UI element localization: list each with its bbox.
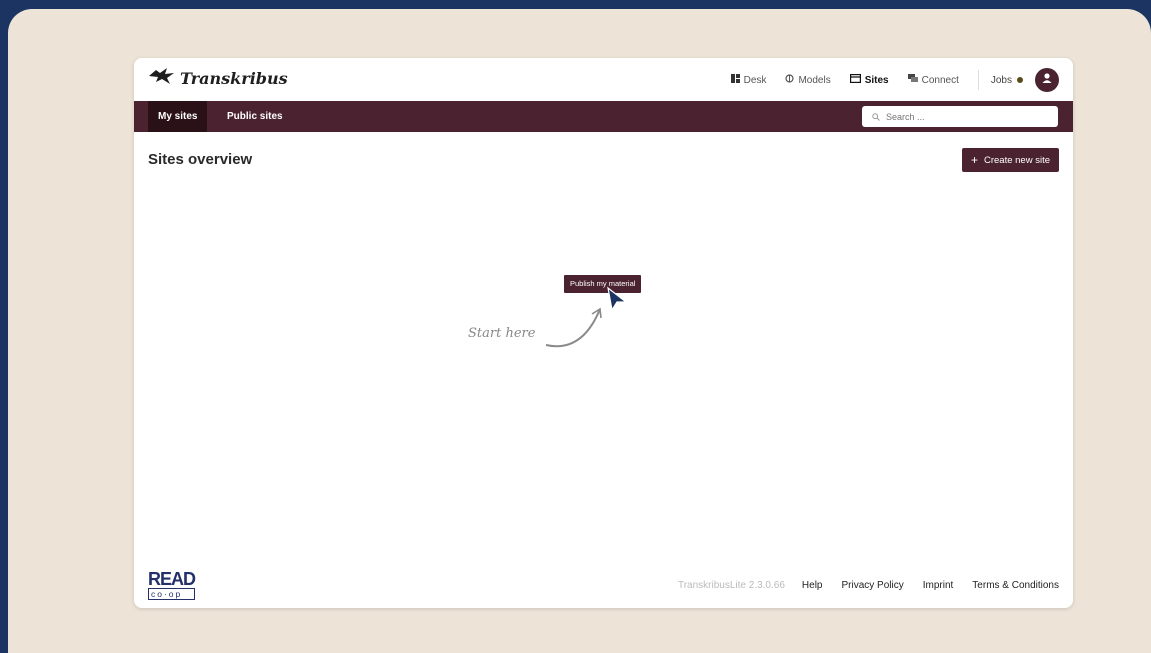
sub-nav: My sites Public sites	[134, 101, 1073, 132]
start-here-hint: Start here	[468, 326, 536, 341]
models-icon	[785, 74, 795, 86]
nav-sites[interactable]: Sites	[849, 74, 889, 86]
logo-text: Transkribus	[180, 69, 288, 88]
nav-desk[interactable]: Desk	[730, 74, 767, 86]
nav-sites-label: Sites	[864, 74, 889, 86]
mouse-cursor-icon	[606, 286, 628, 319]
nav-connect-label: Connect	[921, 74, 959, 86]
user-icon	[1041, 71, 1053, 89]
read-logo-text: READ	[148, 569, 196, 589]
tab-public-sites[interactable]: Public sites	[217, 101, 293, 132]
jobs-label: Jobs	[990, 74, 1012, 86]
create-new-site-label: Create new site	[983, 154, 1050, 166]
footer: TranskribusLite 2.3.0.66 Help Privacy Po…	[678, 580, 1059, 591]
jobs-status-dot	[1017, 77, 1023, 83]
page-title: Sites overview	[148, 151, 253, 168]
tab-my-sites[interactable]: My sites	[148, 101, 208, 132]
nav-desk-label: Desk	[743, 74, 767, 86]
publish-material-button[interactable]: Publish my material	[564, 275, 642, 293]
desk-icon	[730, 74, 740, 86]
main-nav: Desk Models Sites Connect Jobs	[730, 68, 1059, 92]
connect-icon	[907, 74, 918, 86]
search-box[interactable]	[862, 106, 1058, 127]
app-window: Transkribus Desk Models Sites Connect Jo…	[134, 58, 1073, 608]
read-logo-subtext: co·op	[148, 588, 196, 600]
footer-link-privacy[interactable]: Privacy Policy	[841, 580, 903, 591]
search-icon	[872, 112, 880, 121]
transkribus-logo[interactable]: Transkribus	[148, 67, 288, 90]
read-coop-logo[interactable]: READ co·op	[148, 569, 196, 600]
nav-connect[interactable]: Connect	[907, 74, 959, 86]
jobs-indicator[interactable]: Jobs	[991, 75, 1023, 86]
bird-logo-icon	[148, 67, 176, 90]
nav-models[interactable]: Models	[785, 74, 831, 86]
nav-models-label: Models	[798, 74, 831, 86]
version-label: TranskribusLite 2.3.0.66	[677, 580, 785, 591]
footer-link-help[interactable]: Help	[802, 580, 823, 591]
sites-icon	[849, 74, 861, 86]
plus-icon: +	[970, 153, 978, 167]
nav-divider	[977, 70, 979, 90]
create-new-site-button[interactable]: + Create new site	[961, 148, 1059, 172]
user-avatar[interactable]	[1035, 68, 1059, 92]
footer-link-imprint[interactable]: Imprint	[923, 580, 954, 591]
top-bar: Transkribus Desk Models Sites Connect Jo…	[134, 58, 1073, 101]
hint-arrow-icon	[542, 305, 606, 356]
search-input[interactable]	[886, 111, 1046, 122]
footer-link-terms[interactable]: Terms & Conditions	[972, 580, 1059, 591]
